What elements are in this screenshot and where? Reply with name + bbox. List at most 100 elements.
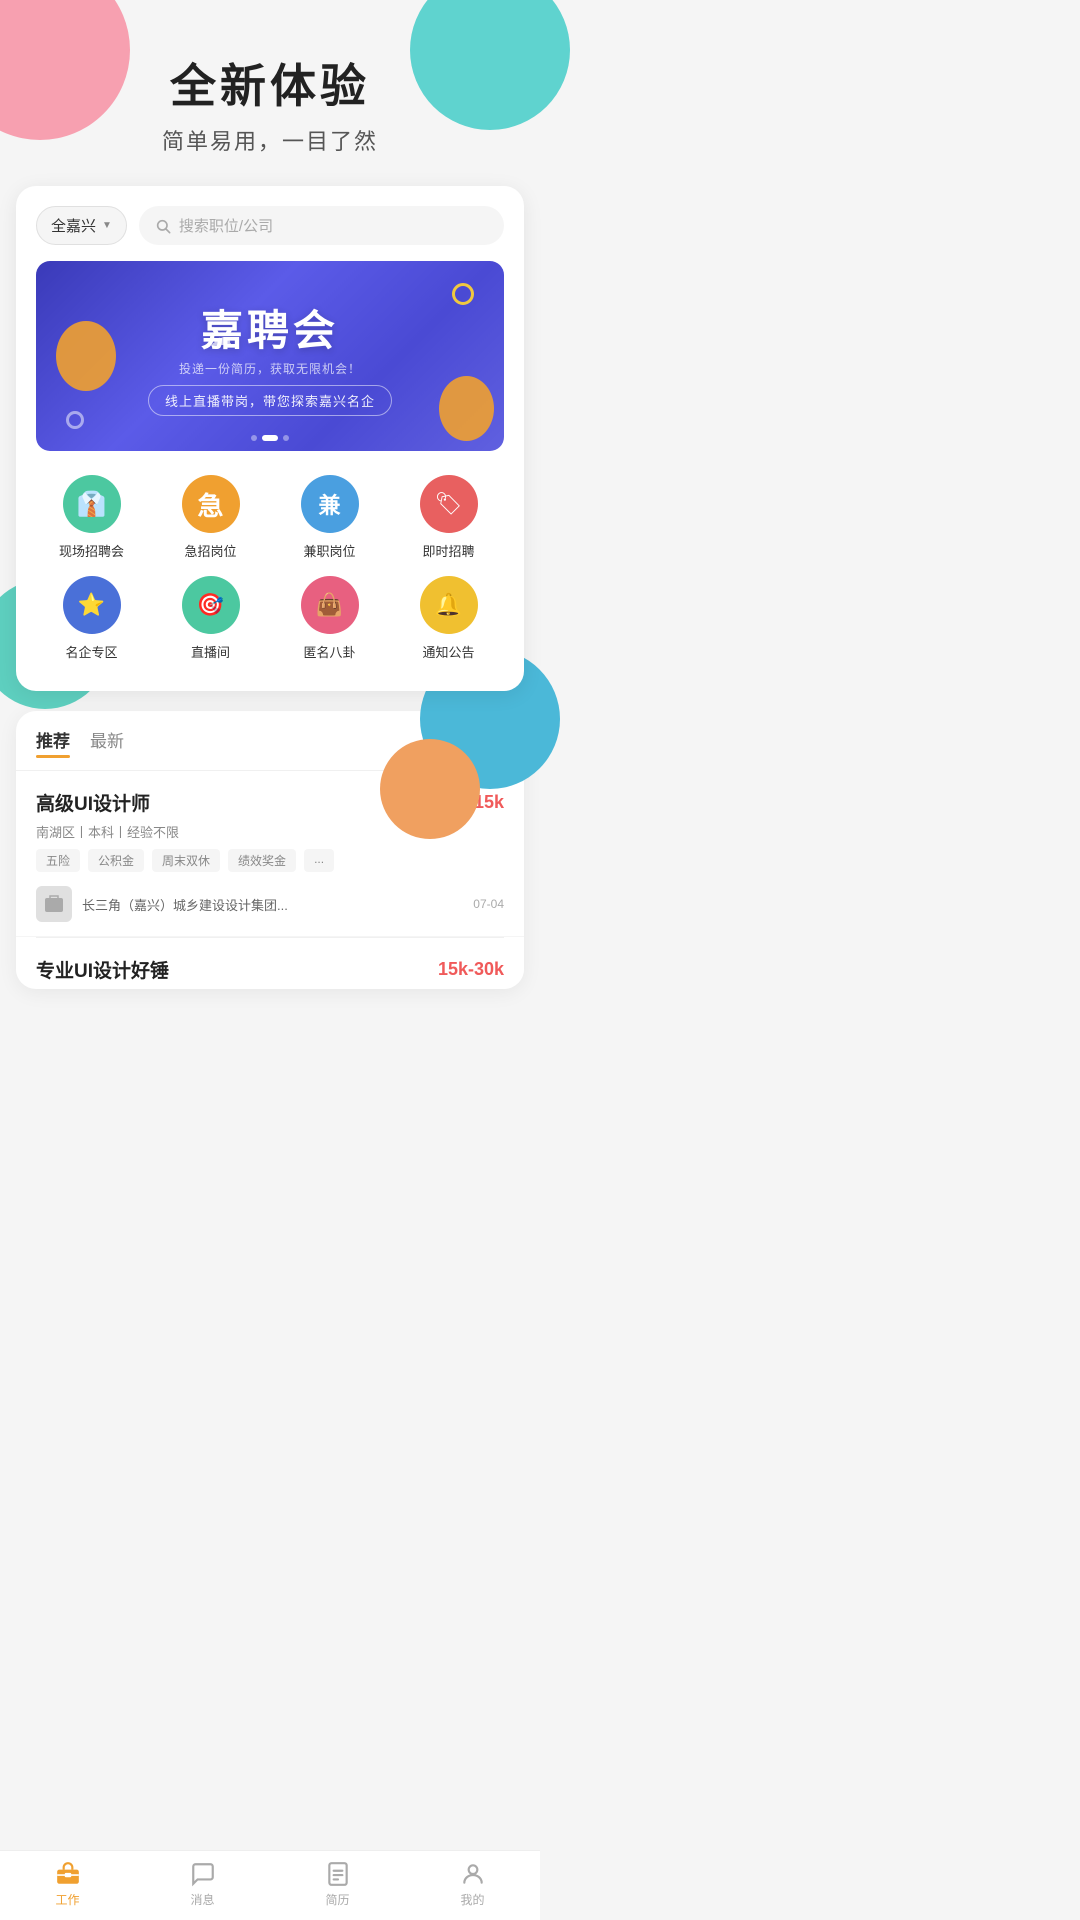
banner-ring2-icon <box>66 411 84 429</box>
search-input-box[interactable]: 搜索职位/公司 <box>139 206 504 245</box>
banner-dot-1 <box>251 435 257 441</box>
resume-icon <box>325 1861 351 1887</box>
nav-item-work[interactable]: 工作 <box>0 1851 135 1920</box>
job-tag-1e: ... <box>304 849 334 872</box>
nav-icon-resume <box>325 1861 351 1887</box>
nav-label-message: 消息 <box>190 1891 214 1908</box>
location-button[interactable]: 全嘉兴 ▼ <box>36 206 127 245</box>
icon-label-notice: 通知公告 <box>422 642 474 661</box>
company-logo-1 <box>36 886 72 922</box>
edit-icon <box>458 736 472 750</box>
search-placeholder-text: 搜索职位/公司 <box>179 215 273 236</box>
subscribe-label: 订阅 <box>476 733 504 753</box>
company-name-1: 长三角（嘉兴）城乡建设设计集团... <box>82 895 288 914</box>
icon-circle-gossip: 👜 <box>301 576 359 634</box>
nav-label-resume: 简历 <box>325 1891 349 1908</box>
icon-circle-live: 🎯 <box>182 576 240 634</box>
icon-circle-urgent: 急 <box>182 475 240 533</box>
job-title-1: 高级UI设计师 <box>36 789 150 816</box>
header-subtitle: 简单易用，一目了然 <box>20 124 520 156</box>
job-tag-1b: 公积金 <box>88 849 144 872</box>
icon-label-urgent: 急招岗位 <box>184 541 236 560</box>
profile-icon <box>460 1861 486 1887</box>
subscribe-button[interactable]: 订阅 <box>458 733 504 753</box>
job-tag-1c: 周末双休 <box>152 849 220 872</box>
nav-icon-work <box>55 1861 81 1887</box>
job-salary-1: 10k-15k <box>438 792 504 813</box>
elite-icon: ⭐ <box>78 592 105 618</box>
icon-circle-instant: 🏷 <box>420 475 478 533</box>
nav-item-mine[interactable]: 我的 <box>405 1851 540 1920</box>
job-tag-1a: 五险 <box>36 849 80 872</box>
header-title: 全新体验 <box>20 50 520 116</box>
banner-deco-right <box>439 376 494 441</box>
job-top-row-2: 专业UI设计好锤 15k-30k <box>36 956 504 983</box>
tab-recommend[interactable]: 推荐 <box>36 727 70 758</box>
nav-label-work: 工作 <box>55 1891 79 1908</box>
header-section: 全新体验 简单易用，一目了然 <box>0 0 540 186</box>
location-arrow-icon: ▼ <box>102 220 112 231</box>
bottom-card: 推荐 最新 订阅 高级UI设计师 10k-15k 南湖区丨本科丨经验不限 五险 … <box>16 711 524 989</box>
icon-label-live: 直播间 <box>191 642 230 661</box>
nav-icon-mine <box>460 1861 486 1887</box>
nav-item-message[interactable]: 消息 <box>135 1851 270 1920</box>
icon-item-gossip[interactable]: 👜 匿名八卦 <box>274 576 385 661</box>
icon-item-parttime[interactable]: 兼 兼职岗位 <box>274 475 385 560</box>
instant-icon: 🏷 <box>435 491 463 517</box>
icon-label-onsite: 现场招聘会 <box>59 541 124 560</box>
live-icon: 🎯 <box>197 592 224 618</box>
banner-dots <box>251 435 289 441</box>
icon-circle-notice: 🔔 <box>420 576 478 634</box>
icon-item-elite[interactable]: ⭐ 名企专区 <box>36 576 147 661</box>
banner-subtitle: 投递一份简历，获取无限机会！ <box>148 360 392 377</box>
parttime-icon: 兼 <box>318 488 340 520</box>
icon-label-elite: 名企专区 <box>65 642 117 661</box>
job-card-1[interactable]: 高级UI设计师 10k-15k 南湖区丨本科丨经验不限 五险 公积金 周末双休 … <box>16 771 524 937</box>
search-icon <box>155 218 171 234</box>
job-date-1: 07-04 <box>473 897 504 911</box>
search-row: 全嘉兴 ▼ 搜索职位/公司 <box>36 206 504 245</box>
icon-circle-elite: ⭐ <box>63 576 121 634</box>
job-salary-2: 15k-30k <box>438 959 504 980</box>
rec-tabs-bar: 推荐 最新 订阅 <box>16 711 524 771</box>
icon-item-urgent[interactable]: 急 急招岗位 <box>155 475 266 560</box>
urgent-icon: 急 <box>197 486 223 523</box>
tab-latest[interactable]: 最新 <box>90 727 124 758</box>
location-text: 全嘉兴 <box>51 215 96 236</box>
main-card: 全嘉兴 ▼ 搜索职位/公司 ☁ 嘉聘会 投递一份简历，获取无限机会！ 线上直播带… <box>16 186 524 691</box>
message-icon <box>190 1861 216 1887</box>
job-meta-1: 南湖区丨本科丨经验不限 <box>36 822 504 841</box>
banner-ring-icon <box>452 283 474 305</box>
icon-grid: 👔 现场招聘会 急 急招岗位 兼 兼职岗位 🏷 即时招聘 ⭐ <box>36 475 504 661</box>
nav-label-mine: 我的 <box>460 1891 484 1908</box>
company-info-1: 长三角（嘉兴）城乡建设设计集团... <box>36 886 473 922</box>
job-card-2[interactable]: 专业UI设计好锤 15k-30k <box>16 938 524 983</box>
banner[interactable]: ☁ 嘉聘会 投递一份简历，获取无限机会！ 线上直播带岗，带您探索嘉兴名企 <box>36 261 504 451</box>
job-top-row-1: 高级UI设计师 10k-15k <box>36 789 504 816</box>
banner-cloud-icon: ☁ <box>210 325 232 351</box>
banner-title: 嘉聘会 <box>148 297 392 358</box>
banner-dot-3 <box>283 435 289 441</box>
icon-item-live[interactable]: 🎯 直播间 <box>155 576 266 661</box>
notice-icon: 🔔 <box>435 592 462 618</box>
banner-deco-left <box>56 321 116 391</box>
job-title-2: 专业UI设计好锤 <box>36 956 169 983</box>
icon-item-onsite[interactable]: 👔 现场招聘会 <box>36 475 147 560</box>
gossip-icon: 👜 <box>316 592 343 618</box>
banner-content: ☁ 嘉聘会 投递一份简历，获取无限机会！ 线上直播带岗，带您探索嘉兴名企 <box>148 297 392 416</box>
banner-desc: 线上直播带岗，带您探索嘉兴名企 <box>148 385 392 416</box>
onsite-icon: 👔 <box>77 490 107 519</box>
icon-label-gossip: 匿名八卦 <box>303 642 355 661</box>
icon-item-notice[interactable]: 🔔 通知公告 <box>393 576 504 661</box>
banner-dot-2 <box>262 435 278 441</box>
job-company-row-1: 长三角（嘉兴）城乡建设设计集团... 07-04 <box>36 886 504 922</box>
nav-item-resume[interactable]: 简历 <box>270 1851 405 1920</box>
nav-icon-message <box>190 1861 216 1887</box>
icon-item-instant[interactable]: 🏷 即时招聘 <box>393 475 504 560</box>
icon-label-instant: 即时招聘 <box>422 541 474 560</box>
bottom-nav: 工作 消息 简历 我的 <box>0 1850 540 1920</box>
icon-circle-onsite: 👔 <box>63 475 121 533</box>
icon-label-parttime: 兼职岗位 <box>303 541 355 560</box>
job-tag-1d: 绩效奖金 <box>228 849 296 872</box>
job-tags-1: 五险 公积金 周末双休 绩效奖金 ... <box>36 849 504 872</box>
